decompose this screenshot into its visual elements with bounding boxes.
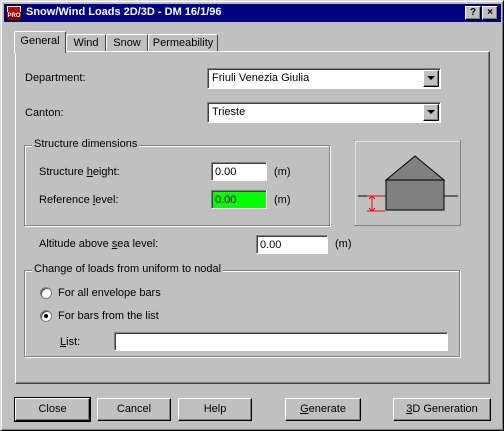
cancel-button[interactable]: Cancel (97, 398, 171, 421)
generate-button[interactable]: Generate (285, 398, 361, 421)
3d-generation-button[interactable]: 3D Generation (393, 398, 491, 421)
tab-snow[interactable]: Snow (106, 34, 148, 52)
app-icon: PRO (6, 5, 22, 21)
close-button[interactable]: Close (14, 397, 91, 422)
title-bar[interactable]: PRO Snow/Wind Loads 2D/3D - DM 16/1/96 ?… (4, 4, 501, 22)
tab-wind[interactable]: Wind (66, 34, 106, 52)
dialog-window: PRO Snow/Wind Loads 2D/3D - DM 16/1/96 ?… (0, 0, 504, 431)
tab-permeability[interactable]: Permeability (148, 34, 218, 52)
tab-panel-general (15, 51, 490, 384)
help-button[interactable]: Help (178, 398, 252, 421)
close-title-button[interactable]: × (482, 6, 498, 20)
tab-general[interactable]: General (14, 31, 66, 53)
help-title-button[interactable]: ? (465, 6, 481, 20)
window-title: Snow/Wind Loads 2D/3D - DM 16/1/96 (26, 6, 222, 18)
